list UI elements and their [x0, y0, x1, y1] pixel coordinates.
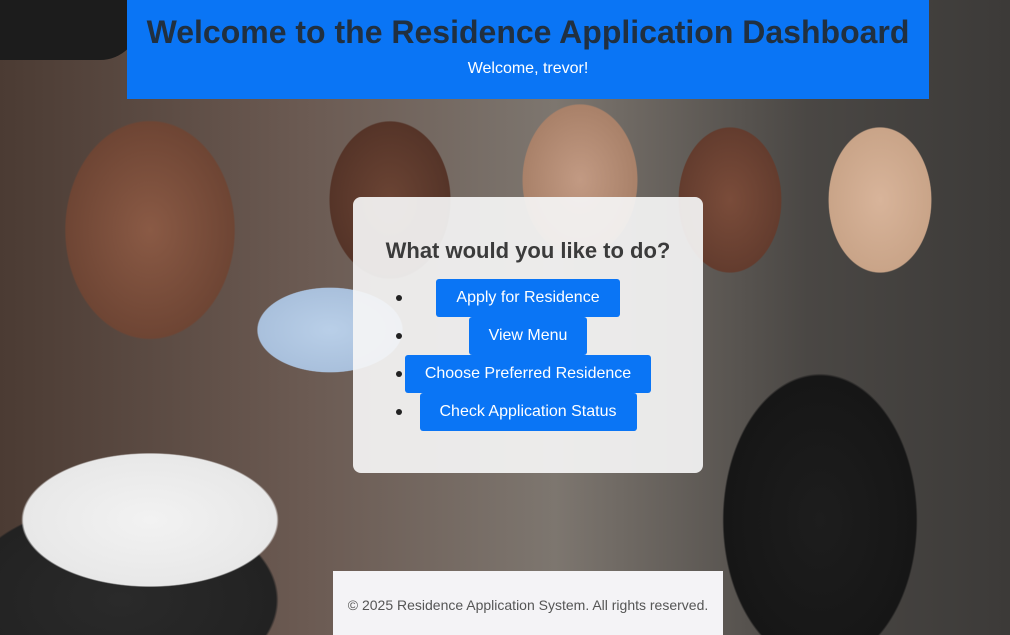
list-item: Apply for Residence	[353, 279, 703, 317]
bullet-icon	[396, 371, 402, 377]
actions-card: What would you like to do? Apply for Res…	[353, 197, 703, 473]
page-footer: © 2025 Residence Application System. All…	[333, 571, 723, 635]
graduation-cap-shape	[0, 0, 140, 60]
page-title: Welcome to the Residence Application Das…	[146, 14, 910, 50]
footer-copyright: © 2025 Residence Application System. All…	[347, 597, 709, 613]
bullet-icon	[396, 409, 402, 415]
check-application-status-button[interactable]: Check Application Status	[419, 393, 637, 431]
actions-heading: What would you like to do?	[385, 238, 671, 263]
welcome-message: Welcome, trevor!	[467, 60, 589, 77]
bullet-icon	[396, 295, 402, 301]
view-menu-button[interactable]: View Menu	[468, 317, 588, 355]
actions-list: Apply for Residence View Menu Choose Pre…	[353, 279, 703, 431]
apply-for-residence-button[interactable]: Apply for Residence	[436, 279, 620, 317]
page-header: Welcome to the Residence Application Das…	[127, 0, 929, 99]
list-item: View Menu	[353, 317, 703, 355]
choose-preferred-residence-button[interactable]: Choose Preferred Residence	[404, 355, 652, 393]
bullet-icon	[396, 333, 402, 339]
page: Welcome to the Residence Application Das…	[0, 0, 1010, 635]
list-item: Check Application Status	[353, 393, 703, 431]
list-item: Choose Preferred Residence	[353, 355, 703, 393]
